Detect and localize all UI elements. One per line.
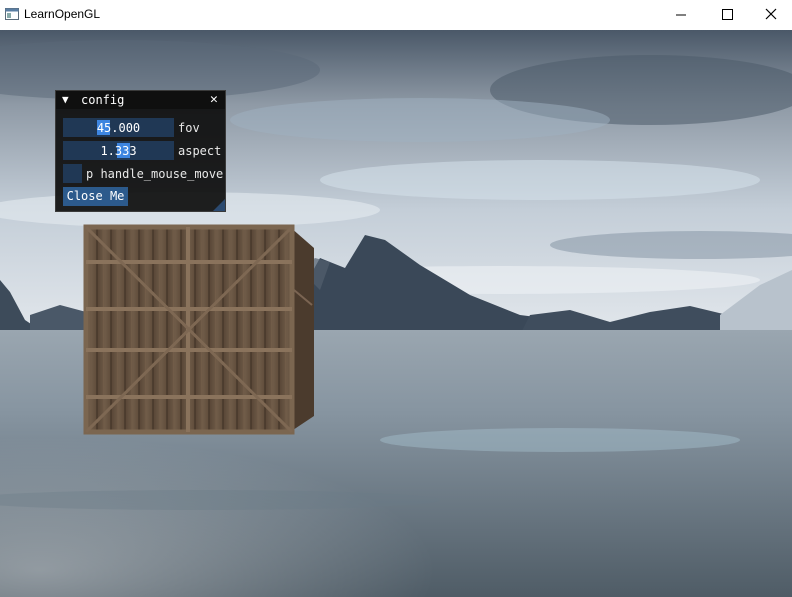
- config-panel-title: config: [81, 93, 125, 107]
- close-panel-icon[interactable]: ✕: [210, 92, 218, 107]
- config-panel[interactable]: ▼ config ✕ 45.000 fov 1.333 aspect p han…: [55, 90, 226, 212]
- maximize-icon: [722, 9, 733, 20]
- aspect-value: 1.333: [100, 144, 137, 158]
- fov-label: fov: [178, 121, 200, 135]
- close-window-button[interactable]: [748, 0, 792, 30]
- handle-mouse-move-checkbox[interactable]: [63, 164, 82, 183]
- resize-grip-icon[interactable]: [213, 199, 225, 211]
- maximize-button[interactable]: [704, 0, 750, 30]
- collapse-arrow-icon[interactable]: ▼: [62, 93, 69, 106]
- app-window-icon: [5, 8, 19, 20]
- minimize-icon: [676, 14, 686, 16]
- fov-value: 45.000: [96, 121, 141, 135]
- aspect-slider[interactable]: 1.333: [63, 141, 174, 160]
- close-me-button[interactable]: Close Me: [63, 187, 128, 206]
- close-icon: [765, 8, 777, 20]
- window-title: LearnOpenGL: [24, 7, 101, 21]
- minimize-button[interactable]: [658, 0, 704, 30]
- config-panel-titlebar[interactable]: ▼ config ✕: [56, 91, 225, 109]
- aspect-label: aspect: [178, 144, 222, 158]
- fov-slider[interactable]: 45.000: [63, 118, 174, 137]
- handle-mouse-move-label: p handle_mouse_move: [86, 167, 224, 181]
- window-titlebar[interactable]: LearnOpenGL: [0, 0, 792, 30]
- wooden-crate: [83, 224, 314, 435]
